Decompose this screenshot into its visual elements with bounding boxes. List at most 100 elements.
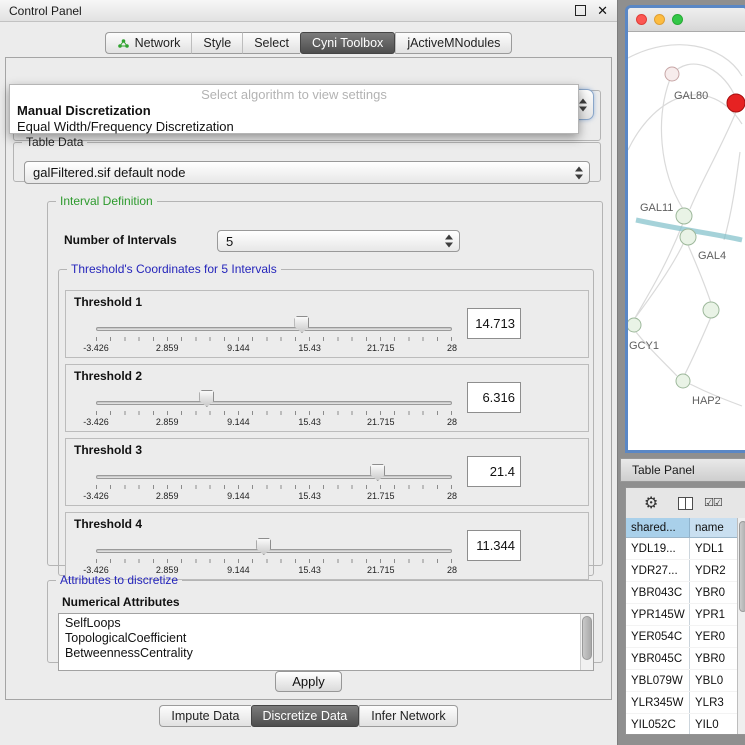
minimize-traffic-light[interactable] bbox=[654, 14, 665, 25]
cell: YPR145W bbox=[626, 604, 690, 625]
window-title: Control Panel bbox=[9, 4, 575, 18]
threshold-2-slider[interactable]: -3.426 2.859 9.144 15.43 21.715 28 bbox=[96, 385, 452, 431]
apply-button[interactable]: Apply bbox=[275, 671, 342, 692]
node-label: GAL80 bbox=[674, 90, 708, 102]
network-canvas[interactable]: GAL80 GAL11 GAL4 GCY1 HAP2 bbox=[628, 32, 745, 450]
cell: YBR0 bbox=[690, 648, 737, 669]
tick-label: -3.426 bbox=[83, 491, 109, 501]
column-header-name[interactable]: name bbox=[690, 518, 737, 537]
cell: YBL079W bbox=[626, 670, 690, 691]
tick-label: 2.859 bbox=[156, 343, 179, 353]
list-scrollbar[interactable] bbox=[580, 614, 593, 670]
float-window-icon[interactable] bbox=[575, 5, 586, 16]
numerical-attributes-list[interactable]: SelfLoops TopologicalCoefficient Between… bbox=[58, 613, 594, 671]
slider-track[interactable] bbox=[96, 549, 452, 553]
network-window[interactable]: GAL80 GAL11 GAL4 GCY1 HAP2 bbox=[625, 5, 745, 453]
tab-jactivemnodules[interactable]: jActiveMNodules bbox=[395, 32, 512, 54]
tab-infer-network[interactable]: Infer Network bbox=[359, 705, 457, 727]
table-row[interactable]: YPR145WYPR1 bbox=[626, 604, 737, 626]
list-item[interactable]: SelfLoops bbox=[65, 616, 593, 631]
combo-arrows-icon bbox=[575, 166, 584, 179]
tab-label: Select bbox=[254, 36, 289, 50]
close-traffic-light[interactable] bbox=[636, 14, 647, 25]
table-header-row: shared... name bbox=[626, 518, 737, 538]
list-item[interactable]: BetweennessCentrality bbox=[65, 646, 593, 661]
close-icon[interactable]: ✕ bbox=[597, 3, 608, 19]
select-all-columns-icon[interactable]: ☑☑ bbox=[704, 496, 722, 509]
threshold-3-value-field[interactable]: 21.4 bbox=[467, 456, 521, 487]
tab-network[interactable]: Network bbox=[105, 32, 192, 54]
node-table: shared... name YDL19...YDL1 YDR27...YDR2… bbox=[626, 518, 737, 734]
slider-track[interactable] bbox=[96, 327, 452, 331]
tab-style[interactable]: Style bbox=[191, 32, 242, 54]
cell: YPR1 bbox=[690, 604, 737, 625]
tab-discretize-data[interactable]: Discretize Data bbox=[251, 705, 360, 727]
slider-track[interactable] bbox=[96, 401, 452, 405]
table-row[interactable]: YDR27...YDR2 bbox=[626, 560, 737, 582]
slider-tick-labels: -3.426 2.859 9.144 15.43 21.715 28 bbox=[96, 343, 452, 355]
scrollbar-thumb[interactable] bbox=[582, 616, 592, 660]
network-node[interactable] bbox=[680, 229, 696, 245]
tick-label: 2.859 bbox=[156, 417, 179, 427]
scrollbar-thumb[interactable] bbox=[739, 521, 745, 612]
tab-label: Impute Data bbox=[171, 709, 239, 723]
table-row[interactable]: YER054CYER0 bbox=[626, 626, 737, 648]
threshold-1-value-field[interactable]: 14.713 bbox=[467, 308, 521, 339]
node-label: GAL11 bbox=[640, 202, 673, 214]
selected-red-node[interactable] bbox=[727, 94, 745, 112]
desktop: Control Panel ✕ Network Style Select Cyn… bbox=[0, 0, 745, 745]
table-row[interactable]: YLR345WYLR3 bbox=[626, 692, 737, 714]
cell: YDL1 bbox=[690, 538, 737, 559]
table-row[interactable]: YBR043CYBR0 bbox=[626, 582, 737, 604]
cell: YDL19... bbox=[626, 538, 690, 559]
tab-select[interactable]: Select bbox=[242, 32, 300, 54]
cell: YDR2 bbox=[690, 560, 737, 581]
network-node[interactable] bbox=[676, 208, 692, 224]
table-panel-titlebar[interactable]: Table Panel bbox=[620, 458, 745, 482]
table-scrollbar[interactable] bbox=[737, 518, 745, 734]
table-row[interactable]: YBR045CYBR0 bbox=[626, 648, 737, 670]
cell: YDR27... bbox=[626, 560, 690, 581]
threshold-4-value-field[interactable]: 11.344 bbox=[467, 530, 521, 561]
list-item[interactable]: TopologicalCoefficient bbox=[65, 631, 593, 646]
number-of-intervals-combobox[interactable]: 5 bbox=[217, 230, 460, 252]
network-node[interactable] bbox=[676, 374, 690, 388]
zoom-traffic-light[interactable] bbox=[672, 14, 683, 25]
network-window-titlebar[interactable] bbox=[628, 8, 745, 32]
dropdown-option-equal-width-frequency[interactable]: Equal Width/Frequency Discretization bbox=[10, 119, 578, 135]
threshold-3-panel: Threshold 3 -3.426 2.859 9.144 15.43 21.… bbox=[65, 438, 589, 506]
slider-track[interactable] bbox=[96, 475, 452, 479]
network-node[interactable] bbox=[628, 318, 641, 332]
columns-icon[interactable] bbox=[678, 497, 693, 510]
tick-label: 15.43 bbox=[298, 491, 321, 501]
tab-cyni-toolbox[interactable]: Cyni Toolbox bbox=[300, 32, 395, 54]
combo-arrows-icon bbox=[579, 98, 588, 111]
threshold-label: Threshold 2 bbox=[74, 369, 142, 383]
tick-label: 9.144 bbox=[227, 417, 250, 427]
tick-label: 2.859 bbox=[156, 491, 179, 501]
dropdown-option-manual-discretization[interactable]: Manual Discretization bbox=[10, 103, 578, 119]
table-row[interactable]: YBL079WYBL0 bbox=[626, 670, 737, 692]
table-data-combobox[interactable]: galFiltered.sif default node bbox=[24, 161, 590, 184]
control-panel-titlebar[interactable]: Control Panel ✕ bbox=[0, 0, 617, 22]
cyni-toolbox-panel: Discretization Algorithm Select algorith… bbox=[5, 57, 612, 700]
table-row[interactable]: YDL19...YDL1 bbox=[626, 538, 737, 560]
gear-icon[interactable]: ⚙ bbox=[644, 493, 658, 513]
threshold-3-slider[interactable]: -3.426 2.859 9.144 15.43 21.715 28 bbox=[96, 459, 452, 505]
threshold-2-value-field[interactable]: 6.316 bbox=[467, 382, 521, 413]
cell: YLR3 bbox=[690, 692, 737, 713]
threshold-1-slider[interactable]: -3.426 2.859 9.144 15.43 21.715 28 bbox=[96, 311, 452, 357]
table-row[interactable]: YIL052CYIL0 bbox=[626, 714, 737, 734]
tick-label: 28 bbox=[447, 343, 457, 353]
node-label: HAP2 bbox=[692, 395, 721, 407]
network-node[interactable] bbox=[703, 302, 719, 318]
tab-label: Infer Network bbox=[371, 709, 445, 723]
cell: YBL0 bbox=[690, 670, 737, 691]
tab-impute-data[interactable]: Impute Data bbox=[159, 705, 250, 727]
table-data-group: Table Data galFiltered.sif default node bbox=[13, 135, 601, 182]
top-tab-bar: Network Style Select Cyni Toolbox jActiv… bbox=[0, 32, 617, 54]
node-label: GAL4 bbox=[698, 250, 726, 262]
group-title: Table Data bbox=[22, 135, 87, 149]
network-node[interactable] bbox=[665, 67, 679, 81]
column-header-shared-name[interactable]: shared... bbox=[626, 518, 690, 537]
